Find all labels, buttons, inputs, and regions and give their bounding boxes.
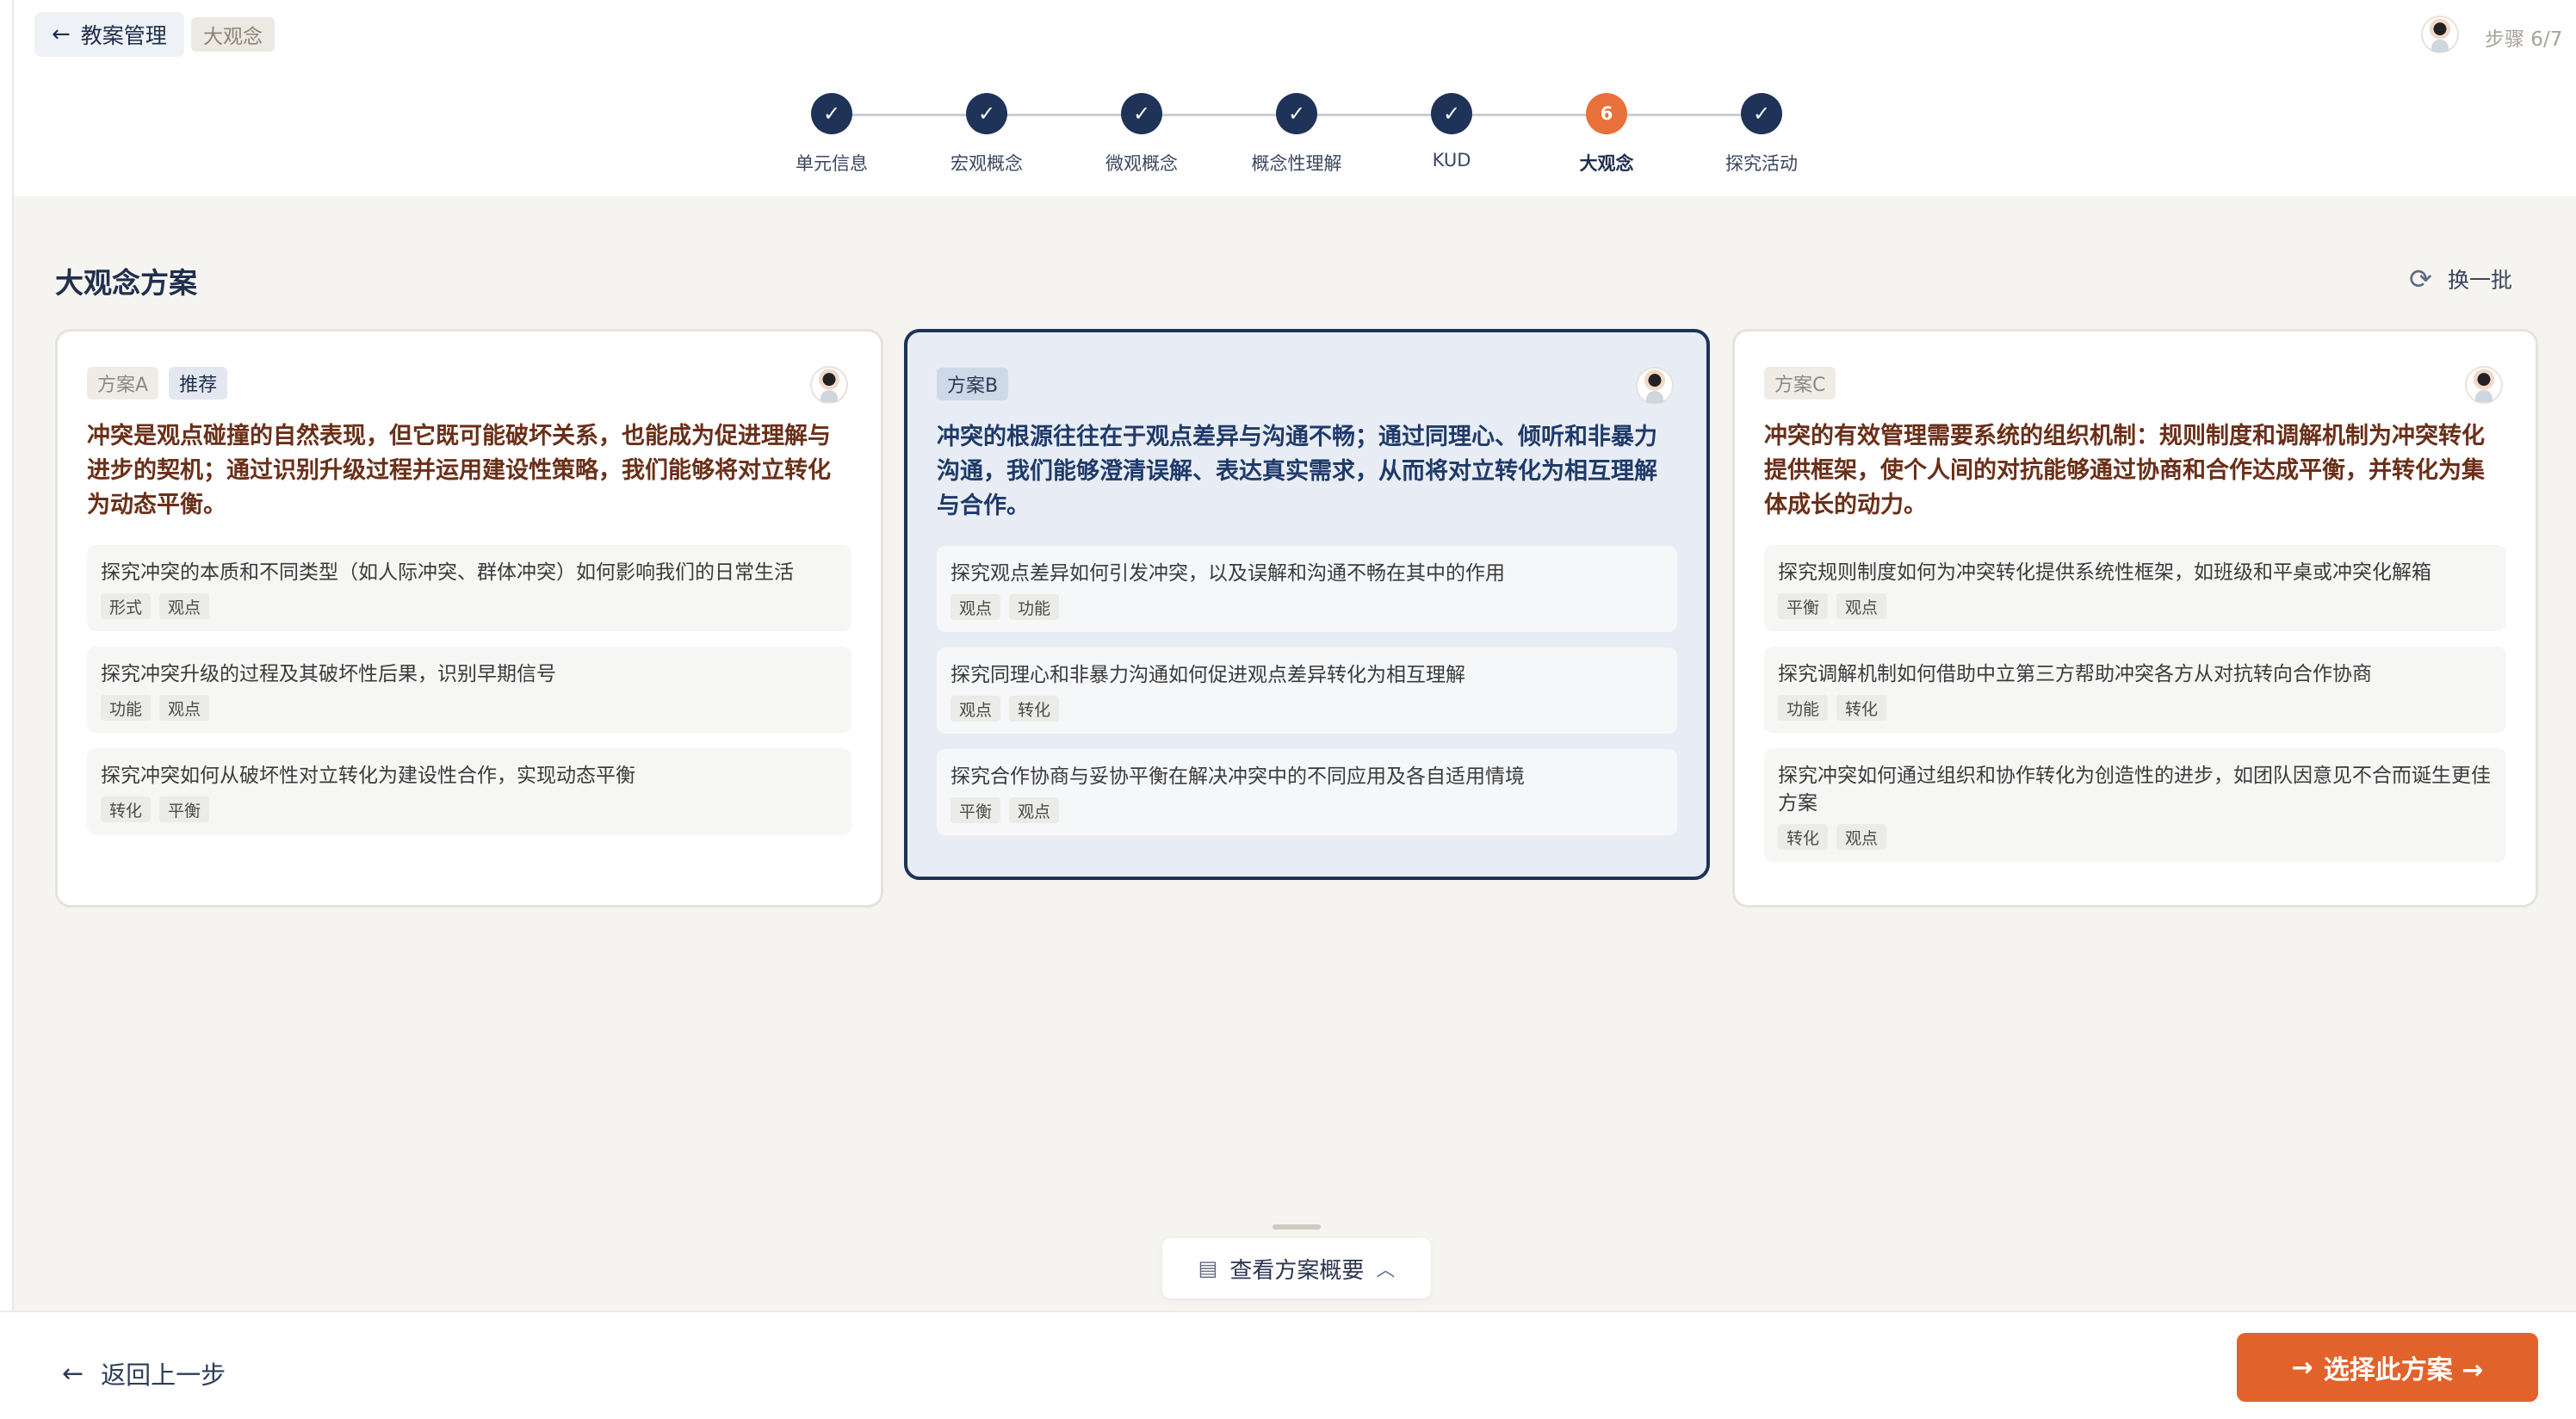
plan-label: 方案C [1764,367,1836,400]
recommended-badge: 推荐 [169,367,228,400]
inquiry-text: 探究冲突如何通过组织和协作转化为创造性的进步，如团队因意见不合而诞生更佳方案 [1778,765,2491,815]
user-avatar[interactable] [2421,15,2459,53]
big-idea-statement: 冲突的根源往往在于观点差异与沟通不畅；通过同理心、倾听和非暴力沟通，我们能够澄清… [937,424,1657,519]
step-big-idea[interactable]: 6 大观念 [1529,93,1684,176]
inquiry-text: 探究同理心和非暴力沟通如何促进观点差异转化为相互理解 [951,664,1465,686]
chevron-up-icon: ︿ [1376,1260,1396,1281]
back-button-label: 教案管理 [80,23,167,48]
author-avatar [1636,367,1674,405]
previous-step-button[interactable]: ← 返回上一步 [62,1355,226,1391]
refresh-batch-button[interactable]: ⟳ 换一批 [2409,263,2512,294]
concept-tag: 平衡 [1778,593,1829,619]
inquiry-text: 探究冲突如何从破坏性对立转化为建设性合作，实现动态平衡 [101,765,635,787]
check-icon: ✓ [1431,93,1472,134]
concept-tag: 观点 [951,594,1001,620]
concept-tag: 观点 [1009,797,1060,823]
section-title: 大观念方案 [55,266,197,300]
inquiry-text: 探究合作协商与妥协平衡在解决冲突中的不同应用及各自适用情境 [951,765,1525,788]
step-label: 探究活动 [1725,153,1798,174]
card-header: 方案C [1764,366,2506,400]
concept-tag: 平衡 [951,797,1001,823]
inquiry-item: 探究冲突如何从破坏性对立转化为建设性合作，实现动态平衡 转化 平衡 [87,748,851,834]
concept-tag: 观点 [159,593,210,619]
refresh-icon: ⟳ [2409,263,2432,295]
author-avatar [2465,366,2503,404]
concept-tag: 观点 [1836,593,1887,619]
check-icon: ✓ [1276,93,1317,134]
inquiry-item: 探究冲突如何通过组织和协作转化为创造性的进步，如团队因意见不合而诞生更佳方案 转… [1764,748,2506,862]
plan-card-a[interactable]: 方案A 推荐 冲突是观点碰撞的自然表现，但它既可能破坏关系，也能成为促进理解与进… [55,329,883,908]
concept-tag: 转化 [1778,824,1829,850]
breadcrumb: 大观念 [191,17,275,52]
inquiry-item: 探究调解机制如何借助中立第三方帮助冲突各方从对抗转向合作协商 功能 转化 [1764,647,2506,733]
step-unit-info[interactable]: ✓ 单元信息 [754,93,909,176]
step-indicator: 步骤 6/7 [2485,28,2563,51]
step-label: KUD [1432,150,1471,170]
concept-tag: 功能 [1778,695,1829,721]
inquiry-item: 探究观点差异如何引发冲突，以及误解和沟通不畅在其中的作用 观点 功能 [937,546,1677,632]
concept-tag: 功能 [1009,594,1060,620]
step-conceptual-understanding[interactable]: ✓ 概念性理解 [1219,93,1374,176]
inquiry-item: 探究冲突的本质和不同类型（如人际冲突、群体冲突）如何影响我们的日常生活 形式 观… [87,545,851,631]
concept-tag: 转化 [1836,695,1887,721]
concept-tag: 转化 [1009,696,1060,722]
check-icon: ✓ [811,93,852,134]
arrow-left-icon: ← [62,1358,84,1389]
arrow-right-icon: → [2291,1352,2313,1383]
inquiry-text: 探究规则制度如何为冲突转化提供系统性框架，如班级和平桌或冲突化解箱 [1778,561,2431,584]
step-label: 微观概念 [1105,153,1178,174]
arrow-left-icon: ← [52,22,71,47]
card-header: 方案B [937,367,1677,401]
step-macro-concepts[interactable]: ✓ 宏观概念 [909,93,1064,176]
check-icon: ✓ [966,93,1007,134]
progress-stepper: ✓ 单元信息 ✓ 宏观概念 ✓ 微观概念 ✓ 概念性理解 ✓ KUD 6 大观念… [0,93,2576,179]
view-plan-overview-button[interactable]: ▤ 查看方案概要 ︿ [1162,1238,1431,1298]
footer-bar: ← 返回上一步 → 选择此方案 → [0,1311,2576,1419]
select-plan-button[interactable]: → 选择此方案 → [2237,1333,2538,1402]
document-icon: ▤ [1198,1256,1218,1280]
step-label: 概念性理解 [1251,153,1342,174]
concept-tag: 观点 [1836,824,1887,850]
step-kud[interactable]: ✓ KUD [1374,93,1529,170]
concept-tag: 功能 [101,695,152,721]
refresh-label: 换一批 [2447,268,2512,293]
step-inquiry-activities[interactable]: ✓ 探究活动 [1684,93,1839,176]
card-header: 方案A 推荐 [87,366,851,400]
concept-tag: 平衡 [159,796,210,822]
inquiry-text: 探究冲突升级的过程及其破坏性后果，识别早期信号 [101,663,556,685]
left-rail [0,0,14,1419]
concept-tag: 转化 [101,796,152,822]
step-label: 宏观概念 [951,153,1023,174]
inquiry-text: 探究冲突的本质和不同类型（如人际冲突、群体冲突）如何影响我们的日常生活 [101,561,794,584]
inquiry-item: 探究同理心和非暴力沟通如何促进观点差异转化为相互理解 观点 转化 [937,648,1677,734]
concept-tag: 形式 [101,593,152,619]
author-avatar [810,366,848,404]
overview-label: 查看方案概要 [1229,1257,1365,1284]
inquiry-item: 探究冲突升级的过程及其破坏性后果，识别早期信号 功能 观点 [87,647,851,733]
plan-label: 方案B [937,368,1009,400]
check-icon: ✓ [1741,93,1782,134]
inquiry-text: 探究调解机制如何借助中立第三方帮助冲突各方从对抗转向合作协商 [1778,663,2372,685]
concept-tag: 观点 [951,696,1001,722]
inquiry-text: 探究观点差异如何引发冲突，以及误解和沟通不畅在其中的作用 [951,562,1505,585]
select-plan-label: 选择此方案 → [2323,1355,2484,1385]
drawer-drag-handle[interactable] [1273,1224,1321,1230]
inquiry-item: 探究规则制度如何为冲突转化提供系统性框架，如班级和平桌或冲突化解箱 平衡 观点 [1764,545,2506,631]
step-label: 大观念 [1579,153,1634,174]
inquiry-item: 探究合作协商与妥协平衡在解决冲突中的不同应用及各自适用情境 平衡 观点 [937,749,1677,835]
step-label: 单元信息 [796,153,868,174]
concept-tag: 观点 [159,695,210,721]
plan-card-c[interactable]: 方案C 冲突的有效管理需要系统的组织机制：规则制度和调解机制为冲突转化提供框架，… [1732,329,2538,908]
step-number: 6 [1586,93,1627,134]
check-icon: ✓ [1121,93,1162,134]
plan-label: 方案A [87,367,159,400]
step-micro-concepts[interactable]: ✓ 微观概念 [1064,93,1219,176]
plan-card-b[interactable]: 方案B 冲突的根源往往在于观点差异与沟通不畅；通过同理心、倾听和非暴力沟通，我们… [904,329,1710,880]
big-idea-statement: 冲突是观点碰撞的自然表现，但它既可能破坏关系，也能成为促进理解与进步的契机；通过… [87,423,831,518]
previous-step-label: 返回上一步 [101,1360,226,1390]
big-idea-statement: 冲突的有效管理需要系统的组织机制：规则制度和调解机制为冲突转化提供框架，使个人间… [1764,423,2485,518]
back-to-lesson-plans-button[interactable]: ← 教案管理 [34,12,184,57]
